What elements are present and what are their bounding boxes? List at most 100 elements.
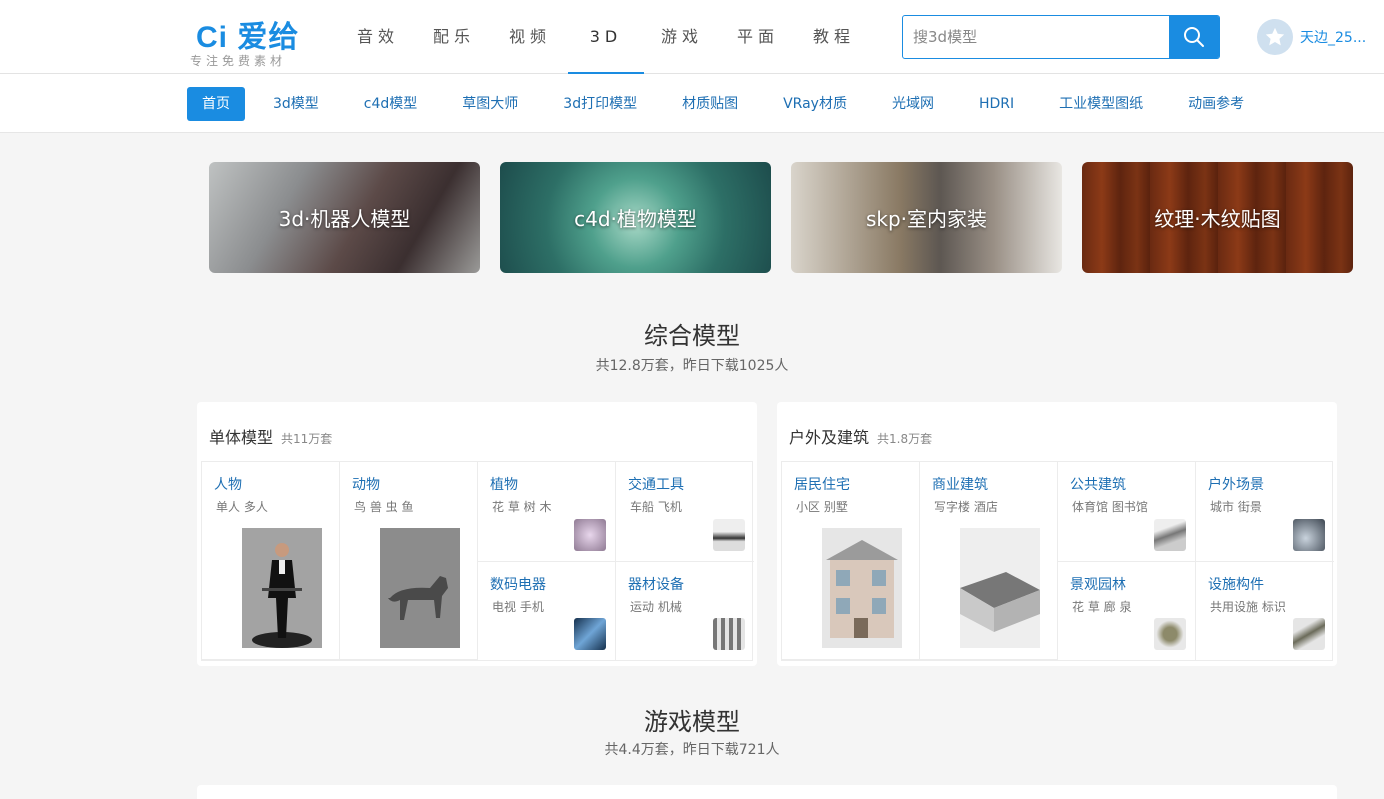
panel-count: 共1.8万套 <box>877 432 933 446</box>
section-title: 游戏模型 <box>644 708 740 736</box>
banner-robot[interactable]: 3d·机器人模型 <box>209 162 480 273</box>
category-name: 人物 <box>214 477 242 493</box>
top-header: Ci 爱给 专注免费素材 音效 配乐 视频 3D 游戏 平面 教程 天边_25.… <box>0 0 1384 74</box>
search-icon <box>1184 27 1204 47</box>
main-nav: 音效 配乐 视频 3D 游戏 平面 教程 <box>340 0 872 74</box>
avatar[interactable] <box>1257 19 1293 55</box>
sub-nav: 首页 3d模型 c4d模型 草图大师 3d打印模型 材质贴图 VRay材质 光域… <box>187 87 1289 121</box>
category-tags: 花 草 廊 泉 <box>1072 600 1132 614</box>
main-nav-item-3d[interactable]: 3D <box>568 0 644 74</box>
commercial-thumbnail <box>960 528 1040 648</box>
category-tags: 写字楼 酒店 <box>934 500 998 514</box>
search-input[interactable] <box>903 16 1169 58</box>
logo-brand: Ci 爱给 <box>196 21 300 54</box>
search-button[interactable] <box>1169 16 1219 58</box>
category-card[interactable]: 数码电器 电视 手机 <box>478 562 616 660</box>
vehicle-thumbnail <box>713 519 745 551</box>
category-card[interactable]: 景观园林 花 草 廊 泉 <box>1058 562 1196 660</box>
main-nav-item-music[interactable]: 配乐 <box>416 0 492 74</box>
category-name: 商业建筑 <box>932 477 988 493</box>
category-grid: 人物 单人 多人 动物 鸟 兽 虫 鱼 植物 花 草 树 木 交通工具 车船 飞… <box>201 461 754 661</box>
category-name: 数码电器 <box>490 577 546 593</box>
category-card[interactable]: 动物 鸟 兽 虫 鱼 <box>340 462 478 660</box>
sub-nav-item-3d-model[interactable]: 3d模型 <box>273 87 319 121</box>
panel-header: 单体模型 共11万套 <box>209 424 332 448</box>
sub-nav-item-hdri[interactable]: HDRI <box>979 87 1014 121</box>
category-card[interactable]: 交通工具 车船 飞机 <box>616 462 754 562</box>
facility-thumbnail <box>1293 618 1325 650</box>
category-card[interactable]: 植物 花 草 树 木 <box>478 462 616 562</box>
user-menu[interactable]: 天边_25... <box>1257 19 1366 55</box>
category-tags: 运动 机械 <box>630 600 682 614</box>
sub-nav-item-3d-print[interactable]: 3d打印模型 <box>563 87 637 121</box>
panel-outdoor-buildings: 户外及建筑 共1.8万套 居民住宅 小区 别墅 商业建筑 写字楼 酒店 公共建筑… <box>777 402 1337 666</box>
category-grid: 居民住宅 小区 别墅 商业建筑 写字楼 酒店 公共建筑 体育馆 图书馆 户外场景… <box>781 461 1334 661</box>
category-tags: 电视 手机 <box>492 600 544 614</box>
banner-label: 纹理·木纹贴图 <box>1154 207 1281 231</box>
panel-header: 户外及建筑 共1.8万套 <box>789 424 932 448</box>
panel-single-models: 单体模型 共11万套 人物 单人 多人 动物 鸟 兽 虫 鱼 植物 花 草 树 … <box>197 402 757 666</box>
category-card[interactable]: 商业建筑 写字楼 酒店 <box>920 462 1058 660</box>
category-name: 公共建筑 <box>1070 477 1126 493</box>
section-title: 综合模型 <box>644 322 740 350</box>
panel-title[interactable]: 户外及建筑 <box>789 424 869 448</box>
category-name: 交通工具 <box>628 477 684 493</box>
category-card[interactable]: 户外场景 城市 街景 <box>1196 462 1334 562</box>
main-nav-item-audio[interactable]: 音效 <box>340 0 416 74</box>
banner-plant[interactable]: c4d·植物模型 <box>500 162 771 273</box>
banner-wood[interactable]: 纹理·木纹贴图 <box>1082 162 1353 273</box>
sub-nav-item-c4d-model[interactable]: c4d模型 <box>364 87 418 121</box>
person-thumbnail <box>242 528 322 648</box>
category-card[interactable]: 公共建筑 体育馆 图书馆 <box>1058 462 1196 562</box>
category-tags: 体育馆 图书馆 <box>1072 500 1148 514</box>
category-tags: 单人 多人 <box>216 500 268 514</box>
panel-count: 共11万套 <box>281 432 333 446</box>
category-tags: 花 草 树 木 <box>492 500 552 514</box>
sub-nav-item-vray[interactable]: VRay材质 <box>783 87 847 121</box>
category-card[interactable]: 人物 单人 多人 <box>202 462 340 660</box>
banner-label: skp·室内家装 <box>865 207 988 231</box>
category-name: 居民住宅 <box>794 477 850 493</box>
category-tags: 鸟 兽 虫 鱼 <box>354 500 414 514</box>
electronics-thumbnail <box>574 618 606 650</box>
category-card[interactable]: 设施构件 共用设施 标识 <box>1196 562 1334 660</box>
site-logo[interactable]: Ci 爱给 专注免费素材 <box>190 10 308 68</box>
banner-label: 3d·机器人模型 <box>278 207 411 231</box>
banner-interior[interactable]: skp·室内家装 <box>791 162 1062 273</box>
panel-game-models <box>197 785 1337 799</box>
plant-thumbnail <box>574 519 606 551</box>
sub-header: 首页 3d模型 c4d模型 草图大师 3d打印模型 材质贴图 VRay材质 光域… <box>0 74 1384 133</box>
category-tags: 小区 别墅 <box>796 500 848 514</box>
sub-nav-item-ies[interactable]: 光域网 <box>892 87 934 121</box>
sub-nav-item-animation[interactable]: 动画参考 <box>1188 87 1244 121</box>
category-tags: 车船 飞机 <box>630 500 682 514</box>
username[interactable]: 天边_25... <box>1300 27 1366 47</box>
star-icon <box>1265 27 1285 46</box>
banner-label: c4d·植物模型 <box>574 207 697 231</box>
category-name: 器材设备 <box>628 577 684 593</box>
sub-nav-item-texture[interactable]: 材质贴图 <box>682 87 738 121</box>
main-nav-item-graphic[interactable]: 平面 <box>720 0 796 74</box>
sub-nav-item-industrial[interactable]: 工业模型图纸 <box>1059 87 1143 121</box>
category-name: 景观园林 <box>1070 577 1126 593</box>
sub-nav-item-home[interactable]: 首页 <box>187 87 245 121</box>
sub-nav-item-sketchup[interactable]: 草图大师 <box>462 87 518 121</box>
section-subtitle: 共4.4万套，昨日下载721人 <box>604 742 780 758</box>
search-box <box>902 15 1220 59</box>
main-nav-item-video[interactable]: 视频 <box>492 0 568 74</box>
main-nav-item-game[interactable]: 游戏 <box>644 0 720 74</box>
category-name: 植物 <box>490 477 518 493</box>
animal-thumbnail <box>380 528 460 648</box>
main-nav-item-tutorial[interactable]: 教程 <box>796 0 872 74</box>
residence-thumbnail <box>822 528 902 648</box>
panel-title[interactable]: 单体模型 <box>209 424 273 448</box>
landscape-thumbnail <box>1154 618 1186 650</box>
category-tags: 共用设施 标识 <box>1210 600 1286 614</box>
equipment-thumbnail <box>713 618 745 650</box>
category-name: 动物 <box>352 477 380 493</box>
category-card[interactable]: 居民住宅 小区 别墅 <box>782 462 920 660</box>
outdoor-scene-thumbnail <box>1293 519 1325 551</box>
category-card[interactable]: 器材设备 运动 机械 <box>616 562 754 660</box>
section-subtitle: 共12.8万套，昨日下载1025人 <box>595 358 789 374</box>
category-tags: 城市 街景 <box>1210 500 1262 514</box>
